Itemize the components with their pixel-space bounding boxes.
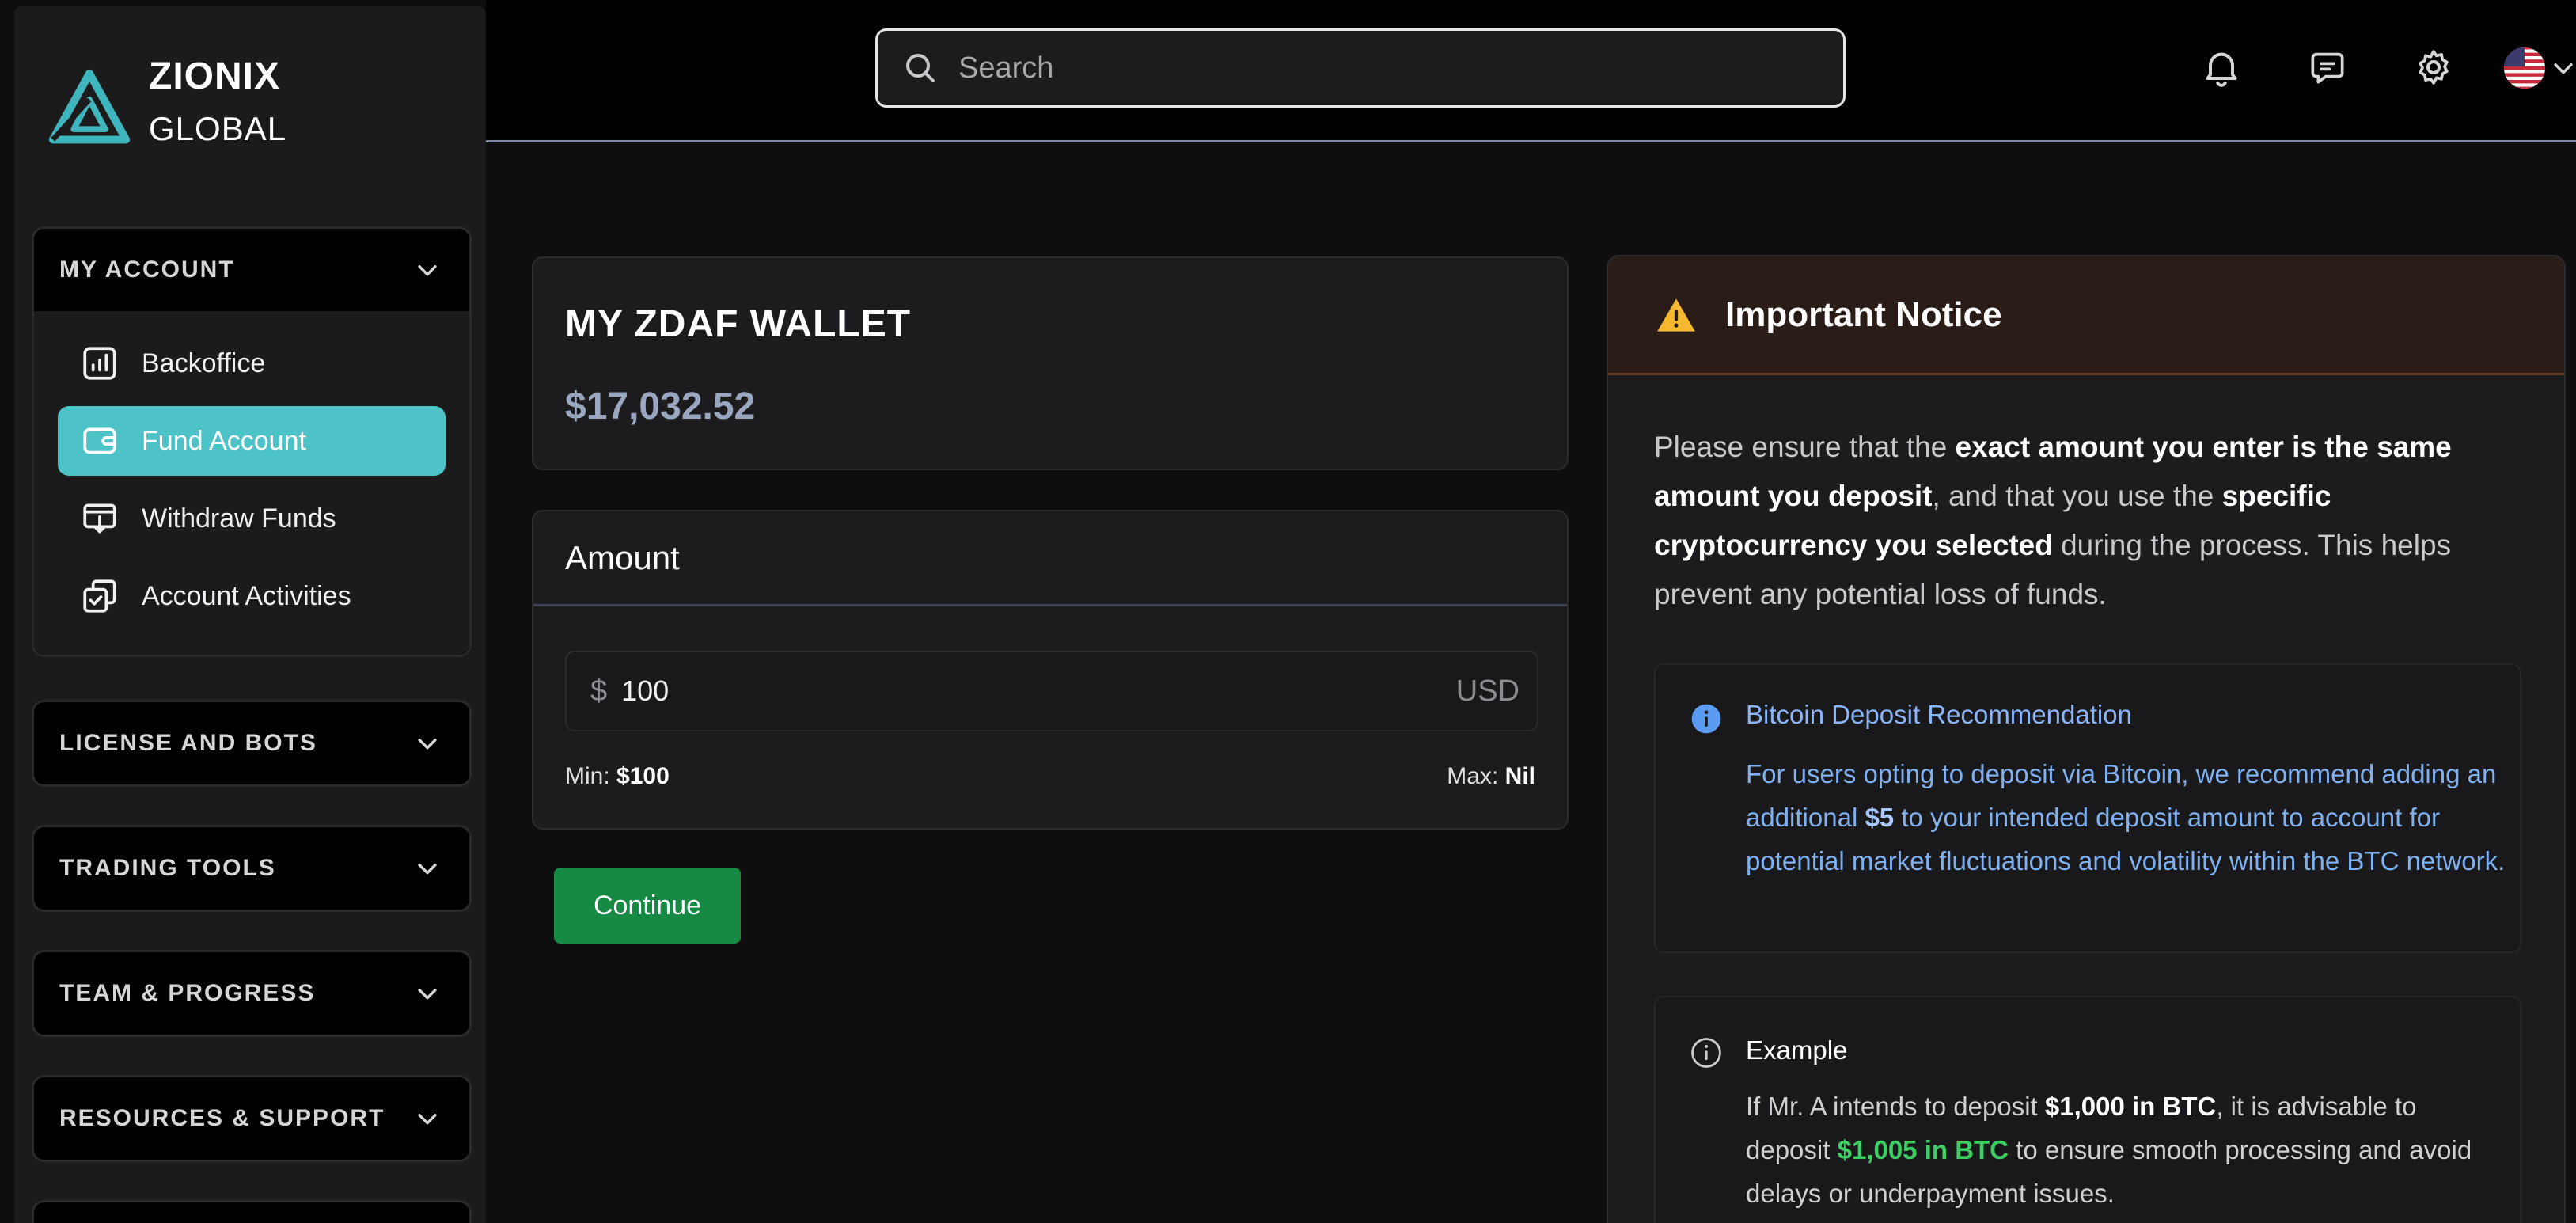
max-label: Max: <box>1447 763 1499 789</box>
bell-icon <box>2206 52 2237 87</box>
sidebar-item-withdraw-funds[interactable]: Withdraw Funds <box>58 484 446 553</box>
menu-group-resources-support: RESOURCES & SUPPORT <box>32 1075 472 1162</box>
sidebar: ZIONIX GLOBAL MY ACCOUNT Backoffice Fund… <box>14 6 486 1223</box>
language-selector[interactable] <box>2502 46 2576 90</box>
amount-card: Amount $ USD Min: $100 Max: Nil <box>532 510 1569 830</box>
menu-group-toggle-license-and-bots[interactable]: LICENSE AND BOTS <box>34 702 469 784</box>
chevron-down-icon <box>418 989 437 1000</box>
menu-group-label: LICENSE AND BOTS <box>59 730 317 756</box>
sidebar-item-account-activities[interactable]: Account Activities <box>58 561 446 631</box>
gear-icon <box>2419 50 2449 85</box>
btc-recommendation-title: Bitcoin Deposit Recommendation <box>1746 700 2132 729</box>
chat-icon <box>2311 52 2344 84</box>
menu-group-team-progress: TEAM & PROGRESS <box>32 950 472 1037</box>
example-card: Example If Mr. A intends to deposit $1,0… <box>1654 996 2521 1223</box>
warning-icon <box>1657 298 1695 332</box>
chevron-down-icon <box>418 739 437 750</box>
sidebar-item-label: Withdraw Funds <box>142 503 336 534</box>
info-filled-icon <box>1691 704 1721 734</box>
sidebar-item-label: Account Activities <box>142 580 351 611</box>
example-title: Example <box>1746 1035 1848 1065</box>
notice-title: Important Notice <box>1725 294 2002 334</box>
search-icon <box>906 54 935 82</box>
menu-group-label: MY ACCOUNT <box>59 256 235 283</box>
amount-input-group[interactable]: $ USD <box>565 651 1538 731</box>
currency-prefix: $ <box>590 674 608 708</box>
search-box[interactable] <box>875 28 1846 108</box>
zionix-logo-icon <box>48 69 131 144</box>
menu-group-toggle-my-account[interactable]: MY ACCOUNT <box>34 229 469 311</box>
chevron-down-icon <box>418 265 437 276</box>
messages-button[interactable] <box>2300 40 2355 95</box>
max-value: Nil <box>1504 763 1535 789</box>
brand-name: ZIONIX <box>149 55 281 97</box>
menu-group-toggle-resources-support[interactable]: RESOURCES & SUPPORT <box>34 1077 469 1160</box>
min-label: Min: <box>565 763 610 789</box>
wallet-icon <box>83 427 116 454</box>
menu-group-trading-tools: TRADING TOOLS <box>32 825 472 912</box>
chevron-down-icon <box>2554 63 2573 74</box>
settings-button[interactable] <box>2406 40 2461 95</box>
sidebar-item-label: Backoffice <box>142 348 266 378</box>
menu-group-more[interactable] <box>32 1200 472 1223</box>
brand[interactable]: ZIONIX GLOBAL <box>46 51 286 155</box>
notice-text: Please ensure that the exact amount you … <box>1654 431 2452 610</box>
wallet-card: MY ZDAF WALLET $17,032.52 <box>532 256 1569 470</box>
withdraw-icon <box>83 503 116 534</box>
sidebar-item-backoffice[interactable]: Backoffice <box>58 329 446 398</box>
amount-title: Amount <box>565 538 680 576</box>
sidebar-item-fund-account[interactable]: Fund Account <box>58 406 446 476</box>
continue-button[interactable]: Continue <box>554 868 741 944</box>
notice-header: Important Notice <box>1608 256 2564 375</box>
chart-icon <box>83 347 116 380</box>
wallet-balance: $17,032.52 <box>565 386 756 427</box>
currency-suffix: USD <box>1455 674 1519 708</box>
wallet-title: MY ZDAF WALLET <box>565 303 912 345</box>
us-flag-icon <box>2504 47 2545 89</box>
sidebar-item-label: Fund Account <box>142 425 306 456</box>
info-outline-icon <box>1691 1038 1721 1068</box>
min-amount: Min: $100 <box>565 763 670 790</box>
btc-recommendation-text: For users opting to deposit via Bitcoin,… <box>1746 759 2506 875</box>
menu-group-toggle-trading-tools[interactable]: TRADING TOOLS <box>34 827 469 910</box>
brand-subname: GLOBAL <box>149 110 287 147</box>
search-input[interactable] <box>958 36 1843 100</box>
min-value: $100 <box>616 763 670 789</box>
chevron-down-icon <box>418 1114 437 1125</box>
menu-group-my-account: MY ACCOUNT Backoffice Fund Account Withd… <box>32 226 472 657</box>
menu-group-license-and-bots: LICENSE AND BOTS <box>32 700 472 787</box>
notifications-button[interactable] <box>2194 40 2249 95</box>
activities-icon <box>83 579 116 613</box>
example-text: If Mr. A intends to deposit $1,000 in BT… <box>1746 1092 2472 1208</box>
important-notice-panel: Important Notice Please ensure that the … <box>1607 255 2566 1223</box>
menu-group-label: TRADING TOOLS <box>59 855 276 881</box>
menu-group-label: TEAM & PROGRESS <box>59 980 316 1006</box>
chevron-down-icon <box>418 864 437 875</box>
amount-input[interactable] <box>621 674 1456 708</box>
amount-header: Amount <box>533 511 1567 606</box>
btc-recommendation-card: Bitcoin Deposit Recommendation For users… <box>1654 663 2521 953</box>
max-amount: Max: Nil <box>1447 763 1535 790</box>
menu-group-label: RESOURCES & SUPPORT <box>59 1105 385 1131</box>
top-bar <box>486 0 2576 142</box>
menu-group-toggle-team-progress[interactable]: TEAM & PROGRESS <box>34 952 469 1035</box>
